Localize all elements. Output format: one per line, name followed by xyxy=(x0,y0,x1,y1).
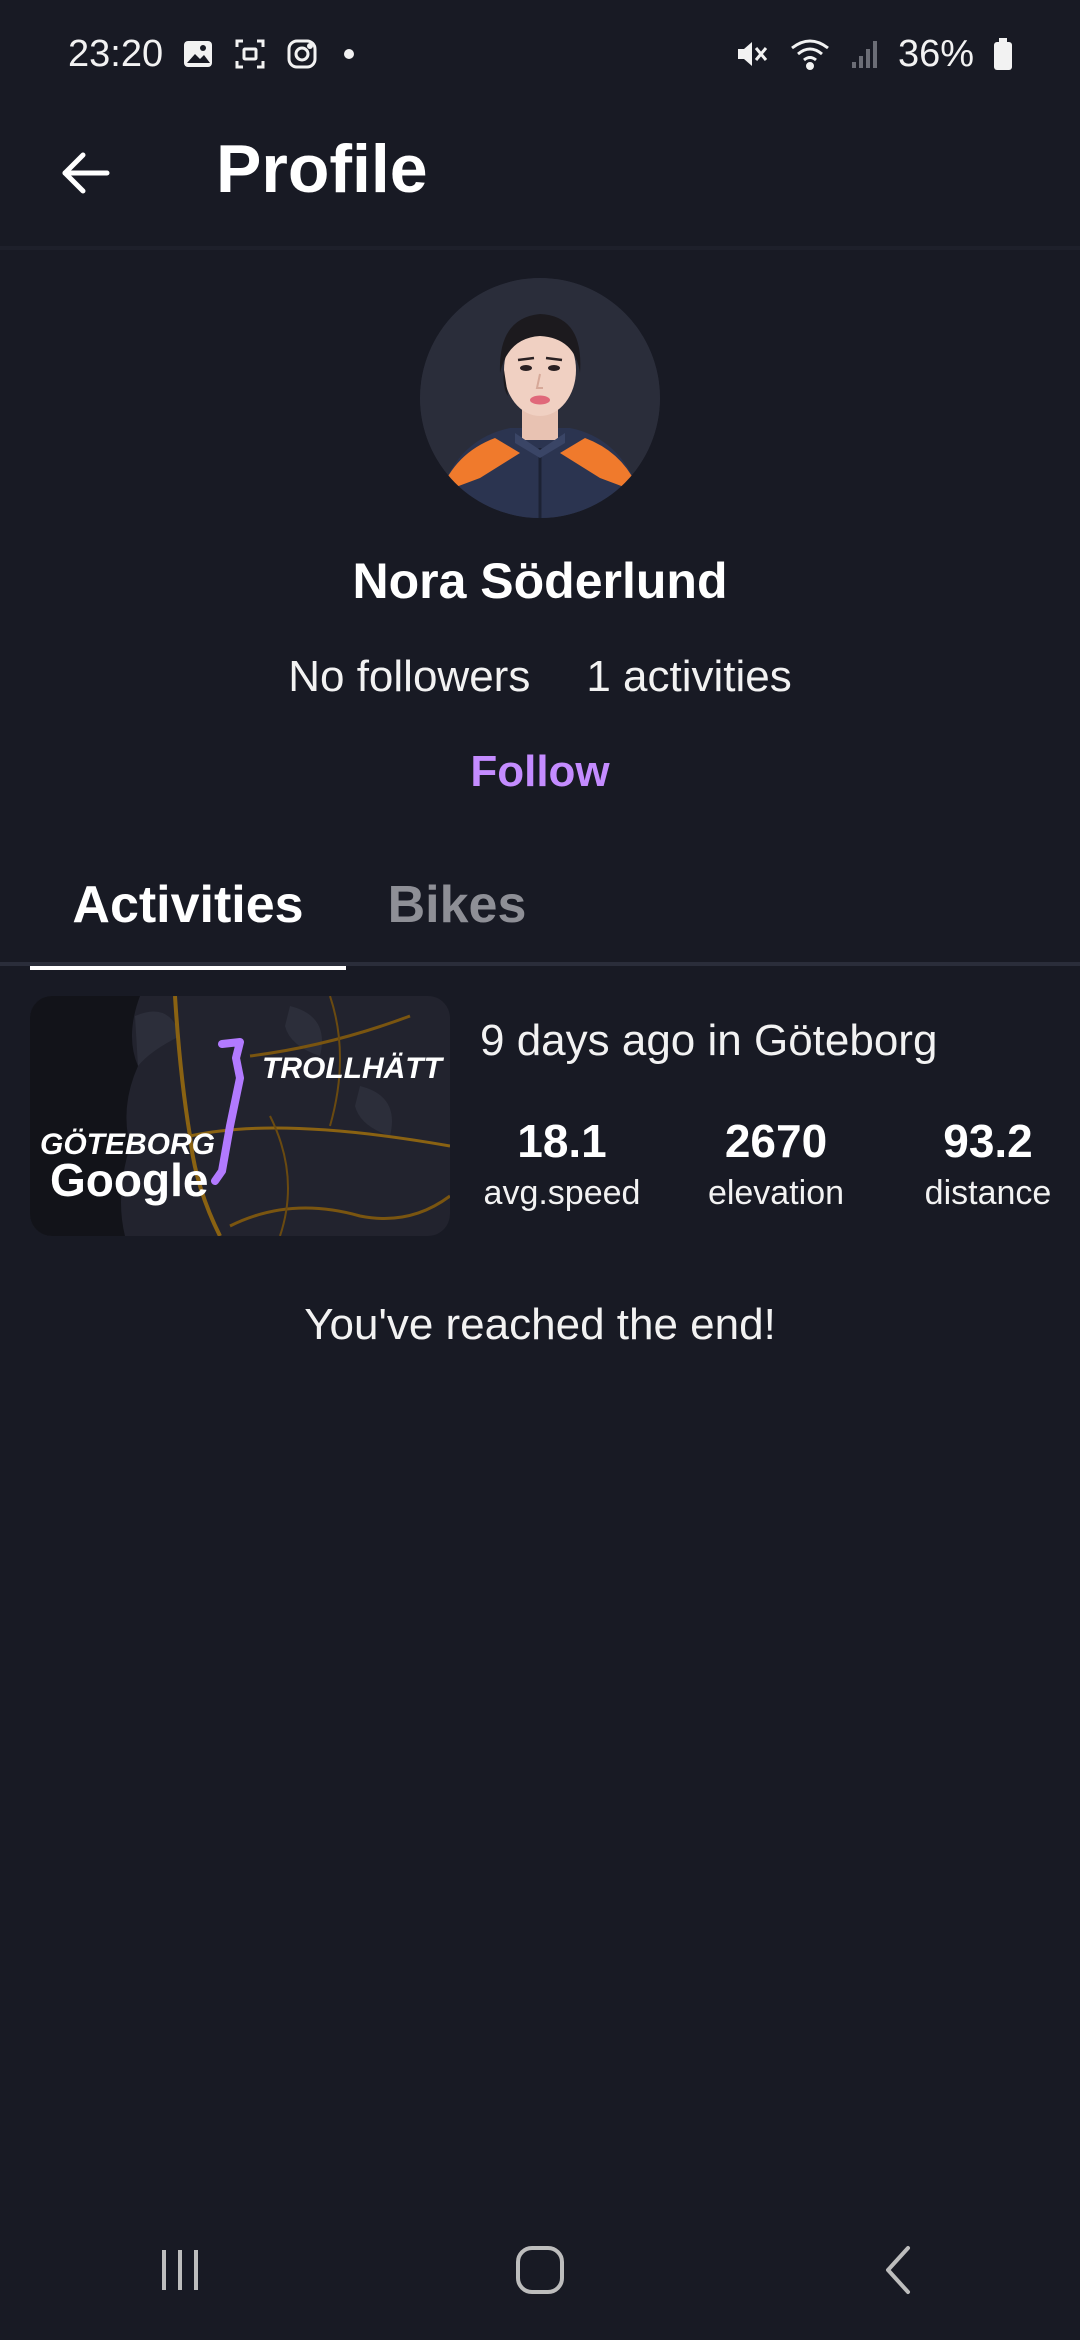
back-button[interactable] xyxy=(50,138,120,208)
follow-button[interactable]: Follow xyxy=(440,740,640,804)
tab-bikes-label: Bikes xyxy=(387,876,527,934)
home-icon xyxy=(516,2246,564,2294)
avatar xyxy=(420,278,660,518)
status-bar: 23:20 36% xyxy=(0,0,1080,108)
metric-value: 93.2 xyxy=(943,1115,1033,1167)
home-button[interactable] xyxy=(470,2220,610,2320)
status-right: 36% xyxy=(734,33,1014,76)
tabs-divider xyxy=(0,962,1080,966)
battery-percent: 36% xyxy=(897,32,974,75)
recents-icon xyxy=(162,2250,198,2290)
activity-header: 9 days ago in Göteborg xyxy=(480,1016,938,1065)
arrow-left-icon xyxy=(62,152,110,194)
followers-count: No followers xyxy=(288,652,531,701)
metric-value: 2670 xyxy=(724,1115,828,1167)
screenshot-icon xyxy=(233,37,267,71)
mute-icon xyxy=(734,36,770,72)
map-watermark: Google xyxy=(50,1154,208,1206)
app-bar-divider xyxy=(0,246,1080,250)
metric-value: 18.1 xyxy=(517,1115,607,1167)
chevron-left-icon xyxy=(886,2246,910,2294)
recents-button[interactable] xyxy=(110,2220,250,2320)
metric-label: distance xyxy=(924,1174,1052,1212)
app-bar: Profile xyxy=(0,108,1080,248)
metric-label: elevation xyxy=(707,1174,845,1212)
tab-activities[interactable]: Activities xyxy=(30,840,346,970)
profile-name: Nora Söderlund xyxy=(352,553,728,609)
profile-stats: No followers 1 activities xyxy=(0,652,1080,702)
status-time: 23:20 xyxy=(68,32,164,75)
metric-distance: 93.2 distance xyxy=(906,1114,1070,1213)
gallery-icon xyxy=(181,37,215,71)
metric-avg-speed: 18.1 avg.speed xyxy=(480,1114,644,1213)
tab-bikes[interactable]: Bikes xyxy=(346,840,568,970)
metric-label: avg.speed xyxy=(483,1174,641,1212)
activity-card[interactable]: TROLLHÄTT GÖTEBORG Google 9 days ago in … xyxy=(30,996,1070,1240)
tab-activities-label: Activities xyxy=(72,876,304,934)
status-left: 23:20 xyxy=(68,33,361,76)
instagram-icon xyxy=(285,37,319,71)
back-nav-button[interactable] xyxy=(830,2220,970,2320)
metric-elevation: 2670 elevation xyxy=(694,1114,858,1213)
signal-icon xyxy=(850,36,880,72)
activities-count: 1 activities xyxy=(586,652,792,701)
app-root: 23:20 36% Profile Nora Söderlund No foll… xyxy=(0,0,1080,2340)
map-label-end: TROLLHÄTT xyxy=(262,1052,445,1085)
route-map: TROLLHÄTT GÖTEBORG Google xyxy=(30,996,450,1236)
dot-icon xyxy=(337,37,361,71)
page-title: Profile xyxy=(216,131,428,207)
battery-icon xyxy=(992,36,1014,72)
wifi-icon xyxy=(788,36,832,72)
end-of-list-message: You've reached the end! xyxy=(304,1300,776,1349)
system-nav-bar xyxy=(0,2200,1080,2340)
tab-bar: Activities Bikes xyxy=(30,840,1080,970)
